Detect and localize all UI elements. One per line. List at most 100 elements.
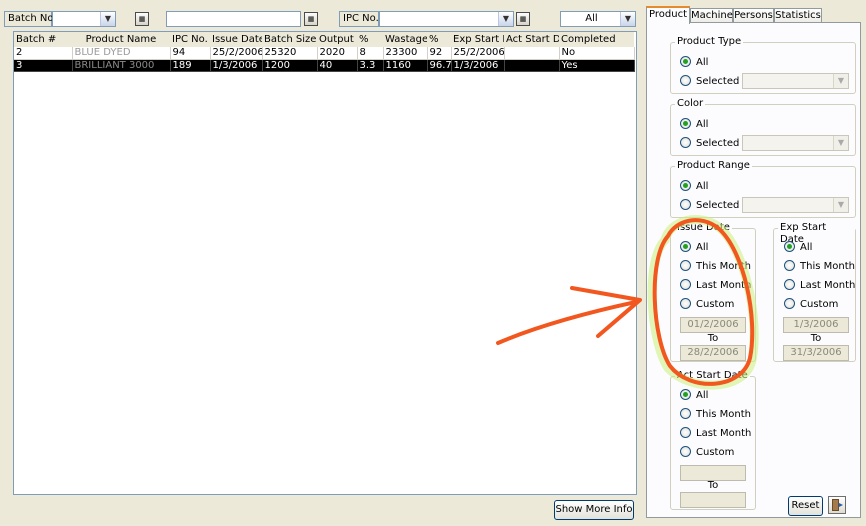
radio-icon[interactable] bbox=[680, 427, 691, 438]
cell: 25/2/2006 bbox=[210, 47, 263, 60]
radio-label: This Month bbox=[696, 261, 751, 272]
act-start-custom-radio[interactable]: Custom bbox=[680, 446, 734, 459]
col-header[interactable]: % bbox=[427, 32, 451, 47]
product-range-combo[interactable]: ▼ bbox=[742, 197, 849, 213]
chevron-down-icon[interactable]: ▼ bbox=[498, 12, 513, 26]
exp-start-from-field[interactable]: 1/3/2006 bbox=[783, 317, 849, 333]
product-type-all-radio[interactable]: All bbox=[680, 56, 708, 69]
cell: 96.7 bbox=[427, 59, 452, 72]
cell: 2 bbox=[14, 47, 73, 60]
product-range-selected-radio[interactable]: Selected bbox=[680, 199, 739, 212]
product-calendar-icon[interactable]: ▦ bbox=[304, 12, 318, 26]
product-type-combo[interactable]: ▼ bbox=[742, 73, 849, 89]
col-header[interactable]: Product Name bbox=[72, 32, 170, 47]
col-header[interactable]: Batch Size bbox=[262, 32, 317, 47]
radio-icon[interactable] bbox=[784, 298, 795, 309]
col-header[interactable]: IPC No. bbox=[170, 32, 210, 47]
act-start-this-month-radio[interactable]: This Month bbox=[680, 408, 751, 421]
tab-machine[interactable]: Machine bbox=[690, 8, 733, 23]
col-header[interactable]: Issue Date bbox=[210, 32, 262, 47]
cell: 23300 bbox=[383, 47, 428, 60]
exp-start-custom-radio[interactable]: Custom bbox=[784, 298, 838, 311]
radio-icon[interactable] bbox=[680, 298, 691, 309]
radio-checked-icon[interactable] bbox=[680, 118, 691, 129]
issue-date-this-month-radio[interactable]: This Month bbox=[680, 260, 751, 273]
tab-persons[interactable]: Persons bbox=[733, 8, 774, 23]
batch-grid[interactable]: Batch # Product Name IPC No. Issue Date … bbox=[13, 31, 637, 495]
radio-checked-icon[interactable] bbox=[784, 241, 795, 252]
chevron-down-icon[interactable]: ▼ bbox=[833, 198, 848, 212]
issue-date-last-month-radio[interactable]: Last Month bbox=[680, 279, 751, 292]
col-header[interactable]: Completed bbox=[559, 32, 634, 47]
radio-checked-icon[interactable] bbox=[680, 180, 691, 191]
table-row-selected[interactable]: 3 BRILLIANT 3000 189 1/3/2006 1200 40 3.… bbox=[14, 59, 635, 72]
act-start-from-field[interactable] bbox=[680, 465, 746, 481]
radio-label: Selected bbox=[696, 200, 740, 211]
cell bbox=[504, 59, 560, 72]
radio-checked-icon[interactable] bbox=[680, 241, 691, 252]
batch-calendar-icon[interactable]: ▦ bbox=[135, 12, 149, 26]
issue-date-to-field[interactable]: 28/2/2006 bbox=[680, 345, 746, 361]
radio-icon[interactable] bbox=[680, 75, 691, 86]
col-header[interactable]: Wastage bbox=[383, 32, 427, 47]
radio-icon[interactable] bbox=[680, 446, 691, 457]
batch-no-label: Batch No. bbox=[4, 11, 57, 27]
ipc-no-label: IPC No. bbox=[339, 11, 379, 27]
radio-checked-icon[interactable] bbox=[680, 56, 691, 67]
issue-date-from-field[interactable]: 01/2/2006 bbox=[680, 317, 746, 333]
exp-start-last-month-radio[interactable]: Last Month bbox=[784, 279, 855, 292]
reset-button[interactable]: Reset bbox=[788, 496, 823, 516]
radio-icon[interactable] bbox=[680, 260, 691, 271]
radio-icon[interactable] bbox=[680, 137, 691, 148]
issue-date-custom-radio[interactable]: Custom bbox=[680, 298, 734, 311]
exp-start-to-field[interactable]: 31/3/2006 bbox=[783, 345, 849, 361]
tab-statistics[interactable]: Statistics bbox=[774, 8, 822, 23]
show-more-info-button[interactable]: Show More Info bbox=[554, 500, 634, 520]
ipc-no-combo[interactable]: ▼ bbox=[379, 11, 514, 27]
cell: No bbox=[559, 47, 635, 60]
batch-no-combo[interactable]: ▼ bbox=[52, 11, 116, 27]
radio-icon[interactable] bbox=[680, 199, 691, 210]
grid-header-row: Batch # Product Name IPC No. Issue Date … bbox=[14, 32, 634, 47]
act-start-last-month-radio[interactable]: Last Month bbox=[680, 427, 751, 440]
ipc-calendar-icon[interactable]: ▦ bbox=[516, 12, 530, 26]
cell: 2020 bbox=[317, 47, 358, 60]
cell: 40 bbox=[317, 59, 358, 72]
cell: 25320 bbox=[262, 47, 318, 60]
col-header[interactable]: Output bbox=[317, 32, 357, 47]
filter-combo[interactable]: All ▼ bbox=[560, 11, 636, 27]
act-start-to-field[interactable] bbox=[680, 492, 746, 508]
chevron-down-icon[interactable]: ▼ bbox=[833, 136, 848, 150]
color-combo[interactable]: ▼ bbox=[742, 135, 849, 151]
exp-start-all-radio[interactable]: All bbox=[784, 241, 812, 254]
radio-icon[interactable] bbox=[680, 408, 691, 419]
radio-checked-icon[interactable] bbox=[680, 389, 691, 400]
color-all-radio[interactable]: All bbox=[680, 118, 708, 131]
col-header[interactable]: Exp Start Dt bbox=[451, 32, 504, 47]
product-range-all-radio[interactable]: All bbox=[680, 180, 708, 193]
cell: 3 bbox=[14, 59, 73, 72]
product-type-selected-radio[interactable]: Selected bbox=[680, 75, 739, 88]
cell bbox=[504, 47, 560, 60]
radio-icon[interactable] bbox=[680, 279, 691, 290]
radio-label: This Month bbox=[696, 409, 751, 420]
col-header[interactable]: % bbox=[357, 32, 383, 47]
table-row[interactable]: 2 BLUE DYED 94 25/2/2006 25320 2020 8 23… bbox=[14, 47, 635, 60]
chevron-down-icon[interactable]: ▼ bbox=[620, 12, 635, 26]
chevron-down-icon[interactable]: ▼ bbox=[100, 12, 115, 26]
issue-date-all-radio[interactable]: All bbox=[680, 241, 708, 254]
color-selected-radio[interactable]: Selected bbox=[680, 137, 739, 150]
product-search-input[interactable] bbox=[166, 11, 301, 27]
radio-label: Last Month bbox=[696, 428, 752, 439]
col-header[interactable]: Batch # bbox=[14, 32, 72, 47]
radio-icon[interactable] bbox=[784, 279, 795, 290]
exit-door-icon[interactable] bbox=[828, 496, 846, 514]
tab-product[interactable]: Product bbox=[646, 6, 690, 24]
chevron-down-icon[interactable]: ▼ bbox=[833, 74, 848, 88]
exp-start-this-month-radio[interactable]: This Month bbox=[784, 260, 855, 273]
radio-icon[interactable] bbox=[784, 260, 795, 271]
act-start-all-radio[interactable]: All bbox=[680, 389, 708, 402]
exit-door-icon-svg bbox=[832, 499, 843, 511]
col-header[interactable]: Act Start Dt bbox=[504, 32, 559, 47]
cell: Yes bbox=[559, 59, 635, 72]
